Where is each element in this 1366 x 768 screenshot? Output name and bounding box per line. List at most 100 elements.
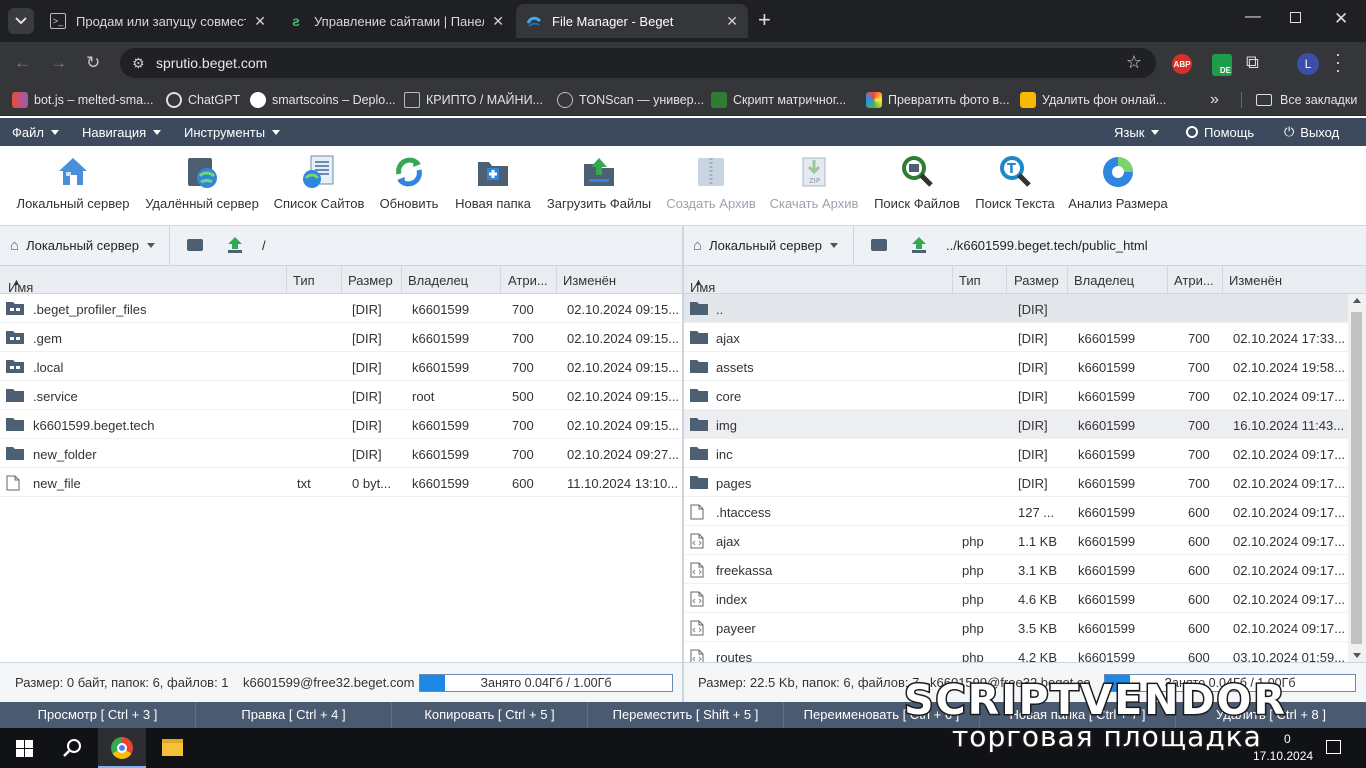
- bookmark-item[interactable]: ChatGPT: [166, 84, 240, 116]
- fkey-view-button[interactable]: Просмотр [ Ctrl + 3 ]: [0, 702, 196, 728]
- column-separator[interactable]: [401, 266, 402, 294]
- column-separator[interactable]: [500, 266, 501, 294]
- table-row[interactable]: k6601599.beget.tech [DIR] k6601599 700 02.10…: [0, 410, 682, 439]
- table-row[interactable]: .. [DIR]: [684, 294, 1348, 323]
- table-row[interactable]: routes php 4.2 KB k6601599 600 03.10.2024 01:…: [684, 642, 1348, 662]
- browser-tab-3-active[interactable]: File Manager - Beget ✕: [516, 4, 748, 38]
- col-name-header[interactable]: Имя ▲: [690, 273, 715, 295]
- col-size-header[interactable]: Размер: [1014, 273, 1059, 288]
- right-file-list[interactable]: .. [DIR] ajax [DIR] k6601599 700 02.10.2024 17…: [684, 294, 1348, 662]
- tab-search-button[interactable]: [8, 8, 34, 34]
- back-arrow-icon[interactable]: ←: [14, 53, 31, 73]
- chrome-taskbar-icon[interactable]: [98, 728, 146, 768]
- table-row[interactable]: ajax [DIR] k6601599 700 02.10.2024 17:33...: [684, 323, 1348, 352]
- toolbar-create-archive[interactable]: Создать Архив: [666, 154, 756, 211]
- fkey-move-button[interactable]: Переместить [ Shift + 5 ]: [588, 702, 784, 728]
- server-drive-icon[interactable]: [871, 239, 887, 251]
- col-owner-header[interactable]: Владелец: [1074, 273, 1134, 288]
- column-separator[interactable]: [556, 266, 557, 294]
- adblock-extension-icon[interactable]: ABP: [1172, 54, 1192, 74]
- table-row[interactable]: .beget_profiler_files [DIR] k6601599 700 02.…: [0, 294, 682, 323]
- toolbar-search-text[interactable]: T Поиск Текста: [975, 154, 1055, 211]
- right-scrollbar[interactable]: [1348, 294, 1366, 662]
- file-explorer-taskbar-icon[interactable]: [162, 739, 183, 756]
- column-separator[interactable]: [952, 266, 953, 294]
- table-row[interactable]: img [DIR] k6601599 700 16.10.2024 11:43...: [684, 410, 1348, 439]
- toolbar-local-server[interactable]: Локальный сервер: [17, 154, 129, 211]
- toolbar-search-files[interactable]: Поиск Файлов: [874, 154, 960, 211]
- menu-language[interactable]: Язык: [1114, 118, 1160, 146]
- scroll-down-arrow-icon[interactable]: [1353, 653, 1361, 658]
- scroll-up-arrow-icon[interactable]: [1353, 298, 1361, 303]
- toolbar-remote-server[interactable]: Удалённый сервер: [145, 154, 259, 211]
- close-window-icon[interactable]: ✕: [1334, 9, 1348, 29]
- table-row[interactable]: ajax php 1.1 KB k6601599 600 02.10.2024 09:17…: [684, 526, 1348, 555]
- fkey-copy-button[interactable]: Копировать [ Ctrl + 5 ]: [392, 702, 588, 728]
- bookmark-item[interactable]: Превратить фото в...: [866, 84, 1010, 116]
- column-separator[interactable]: [1006, 266, 1007, 294]
- table-row[interactable]: .service [DIR] root 500 02.10.2024 09:15...: [0, 381, 682, 410]
- bookmark-item[interactable]: bot.js – melted-sma...: [12, 84, 154, 116]
- bookmarks-overflow-button[interactable]: »: [1210, 84, 1219, 116]
- bookmark-item[interactable]: smartscoins – Deplo...: [250, 84, 396, 116]
- new-tab-button[interactable]: +: [758, 9, 771, 31]
- col-attrs-header[interactable]: Атри...: [1174, 273, 1214, 288]
- col-attrs-header[interactable]: Атри...: [508, 273, 548, 288]
- table-row[interactable]: .local [DIR] k6601599 700 02.10.2024 09:15..…: [0, 352, 682, 381]
- column-separator[interactable]: [1167, 266, 1168, 294]
- column-separator[interactable]: [1067, 266, 1068, 294]
- bookmark-item[interactable]: Скрипт матричног...: [711, 84, 846, 116]
- browser-tab-1[interactable]: >_ Продам или запущу совместн ✕: [40, 4, 276, 38]
- profile-avatar[interactable]: L: [1297, 53, 1319, 75]
- table-row[interactable]: core [DIR] k6601599 700 02.10.2024 09:17...: [684, 381, 1348, 410]
- left-server-selector[interactable]: ⌂ Локальный сервер: [0, 226, 170, 265]
- column-separator[interactable]: [341, 266, 342, 294]
- translate-extension-icon[interactable]: DE: [1212, 54, 1232, 76]
- close-tab-icon[interactable]: ✕: [726, 13, 738, 30]
- table-row[interactable]: pages [DIR] k6601599 700 02.10.2024 09:17...: [684, 468, 1348, 497]
- table-row[interactable]: new_folder [DIR] k6601599 700 02.10.2024 09:…: [0, 439, 682, 468]
- toolbar-size-analysis[interactable]: Анализ Размера: [1068, 154, 1168, 211]
- toolbar-site-list[interactable]: Список Сайтов: [274, 154, 364, 211]
- toolbar-new-folder[interactable]: Новая папка: [455, 154, 531, 211]
- bookmark-item[interactable]: КРИПТО / МАЙНИ...: [404, 84, 543, 116]
- table-row[interactable]: freekassa php 3.1 KB k6601599 600 02.10.2024 …: [684, 555, 1348, 584]
- table-row[interactable]: payeer php 3.5 KB k6601599 600 02.10.2024 09:…: [684, 613, 1348, 642]
- menu-navigation[interactable]: Навигация: [82, 118, 162, 146]
- forward-arrow-icon[interactable]: →: [50, 53, 67, 73]
- table-row[interactable]: .gem [DIR] k6601599 700 02.10.2024 09:15...: [0, 323, 682, 352]
- server-drive-icon[interactable]: [187, 239, 203, 251]
- up-directory-icon[interactable]: [226, 236, 244, 257]
- bookmark-item[interactable]: TONScan — универ...: [557, 84, 704, 116]
- fkey-edit-button[interactable]: Правка [ Ctrl + 4 ]: [196, 702, 392, 728]
- all-bookmarks-button[interactable]: Все закладки: [1256, 84, 1357, 116]
- extensions-puzzle-icon[interactable]: ⧉: [1246, 52, 1259, 73]
- windows-start-icon[interactable]: [16, 740, 33, 757]
- scrollbar-thumb[interactable]: [1351, 312, 1362, 644]
- bookmark-star-icon[interactable]: ☆: [1126, 52, 1142, 73]
- col-type-header[interactable]: Тип: [293, 273, 315, 288]
- toolbar-download-archive[interactable]: ZIP Скачать Архив: [770, 154, 858, 211]
- column-separator[interactable]: [1222, 266, 1223, 294]
- right-server-selector[interactable]: ⌂ Локальный сервер: [684, 226, 854, 265]
- menu-tools[interactable]: Инструменты: [184, 118, 281, 146]
- bookmark-item[interactable]: Удалить фон онлай...: [1020, 84, 1166, 116]
- table-row[interactable]: new_file txt 0 byt... k6601599 600 11.10.2024…: [0, 468, 682, 497]
- menu-file[interactable]: Файл: [12, 118, 59, 146]
- taskbar-search-icon[interactable]: [62, 738, 82, 761]
- col-owner-header[interactable]: Владелец: [408, 273, 468, 288]
- browser-tab-2[interactable]: ƨ Управление сайтами | Панель ✕: [278, 4, 514, 38]
- reload-icon[interactable]: ↻: [86, 53, 100, 73]
- browser-menu-icon[interactable]: · · ·: [1335, 45, 1341, 79]
- up-directory-icon[interactable]: [910, 236, 928, 257]
- close-tab-icon[interactable]: ✕: [254, 13, 266, 30]
- toolbar-upload-files[interactable]: Загрузить Файлы: [547, 154, 651, 211]
- left-file-list[interactable]: .beget_profiler_files [DIR] k6601599 700 02.…: [0, 294, 682, 662]
- toolbar-refresh[interactable]: Обновить: [378, 154, 440, 211]
- minimize-window-icon[interactable]: —: [1245, 8, 1261, 26]
- col-type-header[interactable]: Тип: [959, 273, 981, 288]
- address-bar[interactable]: ⚙ sprutio.beget.com ☆: [120, 48, 1156, 78]
- restore-window-icon[interactable]: [1290, 12, 1301, 23]
- col-name-header[interactable]: Имя ▲: [8, 273, 33, 295]
- menu-help[interactable]: Помощь: [1186, 118, 1254, 146]
